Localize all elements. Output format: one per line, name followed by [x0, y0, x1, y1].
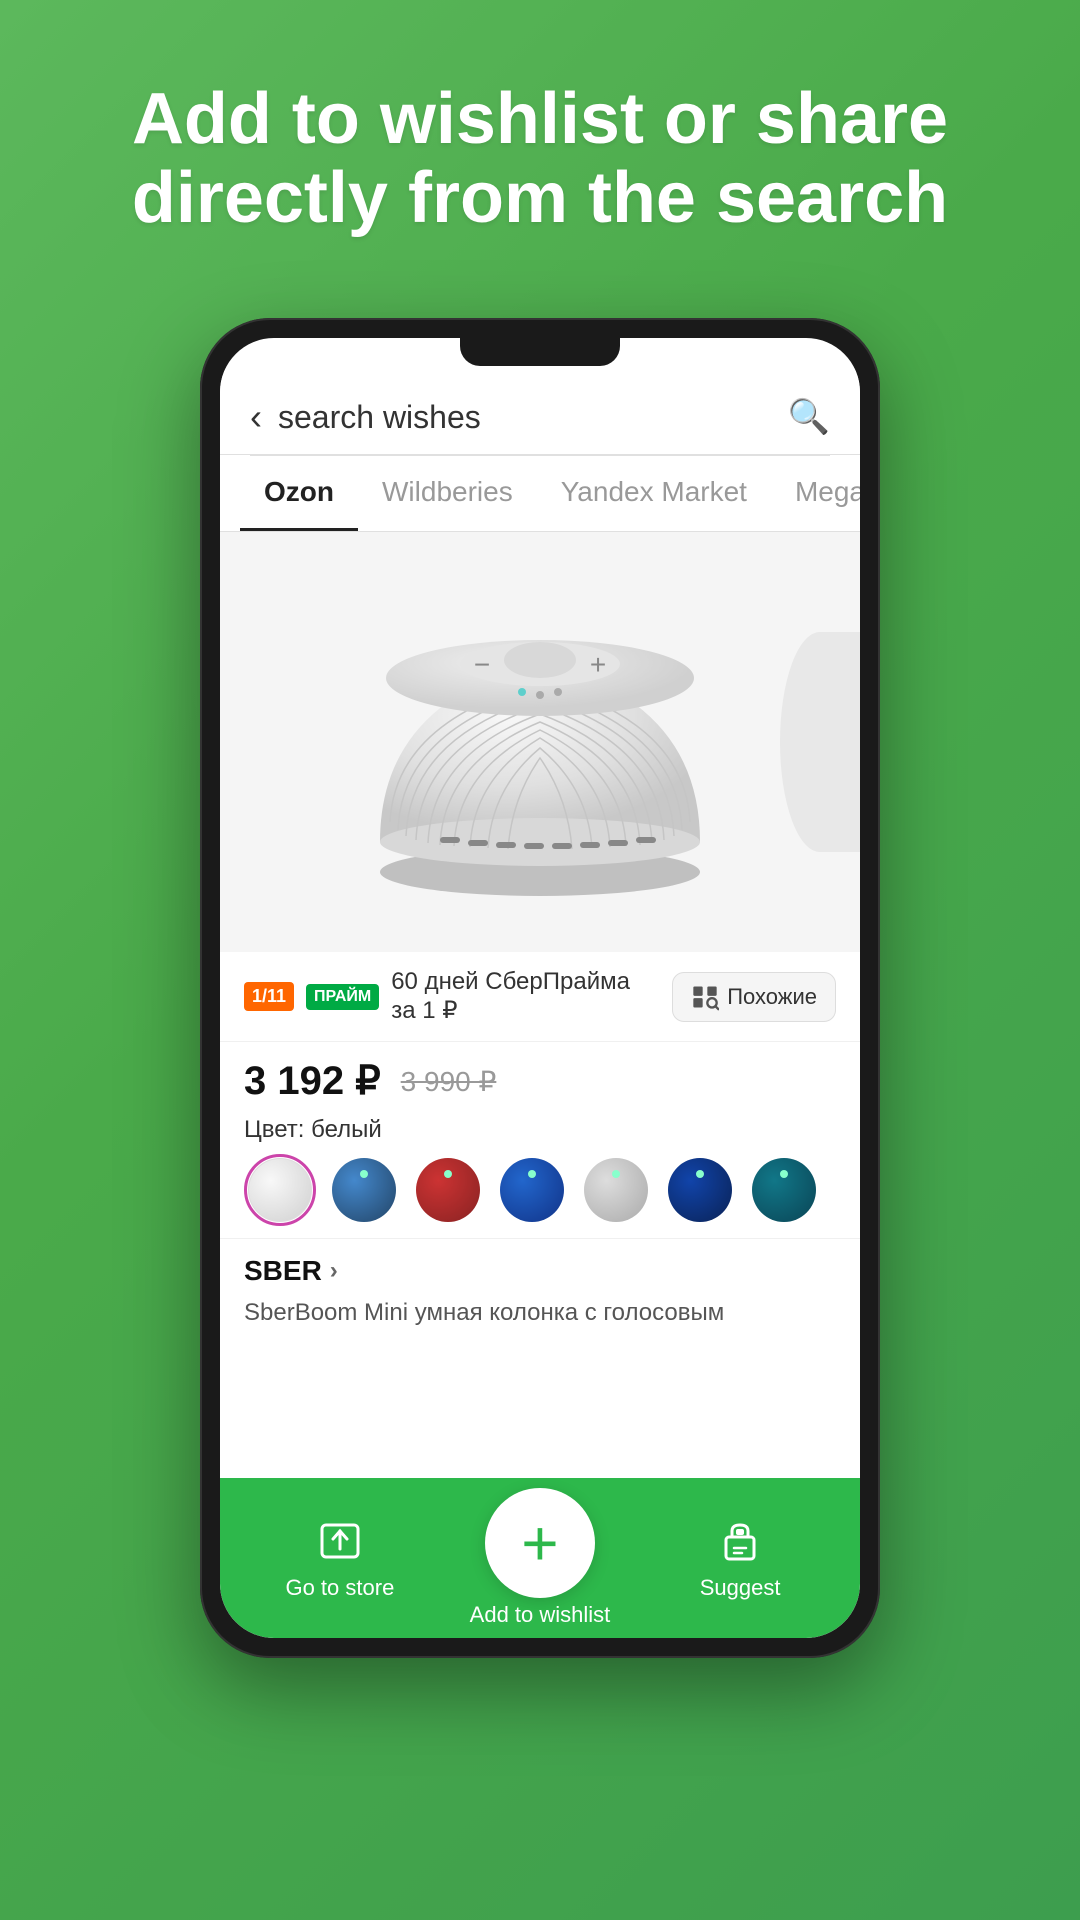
store-label: Go to store [285, 1575, 394, 1601]
phone-screen: ‹ search wishes 🔍 Ozon Wildberies Yandex… [220, 338, 860, 1638]
banner-row: 1/11 ПРАЙМ 60 дней СберПрайма за 1 ₽ Пох… [220, 952, 860, 1042]
swatch-red[interactable] [412, 1154, 484, 1226]
store-icon [314, 1515, 366, 1567]
swatch-white[interactable] [244, 1154, 316, 1226]
go-to-store-button[interactable]: Go to store [270, 1515, 410, 1601]
product-description: SberBoom Mini умная колонка с голосовым [220, 1295, 860, 1343]
swatch-gray[interactable] [580, 1154, 652, 1226]
swatch-teal[interactable] [748, 1154, 820, 1226]
add-label: Add to wishlist [470, 1602, 611, 1628]
promo-badge-counter: 1/11 [244, 982, 294, 1011]
page-title: Add to wishlist or share directly from t… [0, 80, 1080, 238]
brand-row: SBER › [220, 1238, 860, 1295]
price-current: 3 192 ₽ [244, 1058, 381, 1104]
back-button[interactable]: ‹ [250, 396, 262, 438]
svg-text:+: + [590, 649, 606, 680]
product-area: − + [220, 532, 860, 1478]
search-icon[interactable]: 🔍 [788, 397, 830, 437]
similar-icon [691, 983, 719, 1011]
search-bar: ‹ search wishes 🔍 [220, 368, 860, 455]
tabs-row: Ozon Wildberies Yandex Market Mega [220, 456, 860, 532]
suggest-label: Suggest [700, 1575, 781, 1601]
similar-label: Похожие [727, 984, 817, 1010]
color-row: Цвет: белый [220, 1112, 860, 1238]
tab-wildberies[interactable]: Wildberies [358, 456, 537, 531]
search-query-text: search wishes [278, 399, 481, 436]
promo-badge-prime: ПРАЙМ [306, 984, 379, 1010]
swatch-dark-blue[interactable] [664, 1154, 736, 1226]
price-row: 3 192 ₽ 3 990 ₽ [220, 1042, 860, 1112]
brand-arrow-icon: › [330, 1257, 338, 1285]
add-to-wishlist-section: + Add to wishlist [470, 1488, 611, 1628]
swatch-blue-green[interactable] [328, 1154, 400, 1226]
svg-text:−: − [474, 649, 490, 680]
product-image: − + [360, 572, 720, 912]
add-icon: + [521, 1506, 558, 1580]
color-label: Цвет: белый [244, 1116, 836, 1144]
product-image-container: − + [220, 532, 860, 952]
promo-text: 60 дней СберПрайма за 1 ₽ [391, 968, 660, 1025]
add-to-wishlist-button[interactable]: + [485, 1488, 595, 1598]
color-swatches [244, 1154, 836, 1226]
bottom-navigation: Go to store + Add to wishlist Suggest [220, 1478, 860, 1638]
price-old: 3 990 ₽ [401, 1065, 497, 1098]
suggest-button[interactable]: Suggest [670, 1515, 810, 1601]
phone-notch [460, 338, 620, 366]
suggest-icon [714, 1515, 766, 1567]
similar-button[interactable]: Похожие [672, 972, 836, 1022]
tab-yandex-market[interactable]: Yandex Market [537, 456, 771, 531]
tab-ozon[interactable]: Ozon [240, 456, 358, 531]
search-input-area: search wishes 🔍 [278, 397, 830, 437]
phone-mockup: ‹ search wishes 🔍 Ozon Wildberies Yandex… [200, 318, 880, 1658]
brand-name[interactable]: SBER › [244, 1255, 836, 1287]
tab-mega[interactable]: Mega [771, 456, 860, 531]
second-product-peek [780, 632, 860, 852]
swatch-blue[interactable] [496, 1154, 568, 1226]
